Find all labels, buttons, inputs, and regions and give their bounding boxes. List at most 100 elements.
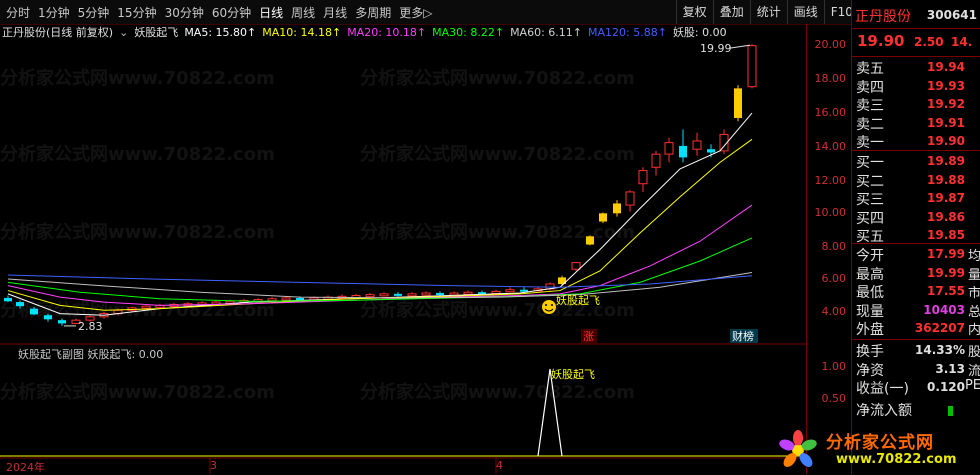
quote-label: 最低 [856,285,884,301]
ma30-value: MA30: 8.22↑ [432,25,505,39]
candle-body [664,142,674,155]
quote-value: 19.90 [927,134,965,148]
quote-row: 收益(一) 0.120 PE [852,378,980,397]
tab-period[interactable]: 周线 [287,4,319,21]
candle-body [734,88,742,118]
quote-value: 19.88 [927,172,965,187]
candle-body [4,297,12,302]
axis-tick-label: 10.00 [814,206,847,219]
quote-tail: 内 [967,323,980,338]
axis-tick-label: 6.00 [821,272,847,285]
toolbar-button[interactable]: 画线 [786,0,824,24]
quote-value: 19.91 [927,115,965,130]
indicator-name[interactable]: 妖股起飞 [134,24,178,40]
tab-period[interactable]: 5分钟 [74,4,114,21]
divider [852,150,980,151]
candle-body [747,45,757,88]
ma120-line [7,274,753,288]
net-inflow-label: 净流入额 [856,403,912,419]
quote-tail: 流 [967,363,980,379]
divider [852,243,980,244]
candle-body [365,294,375,298]
axis-tick-label: 20.00 [814,38,847,51]
quote-row: 卖二 19.91 [852,114,980,133]
quote-row: 外盘 362207 内 [852,319,980,338]
stock-name: 正丹股份 [855,9,911,25]
candle-body [421,292,431,296]
quote-label: 最高 [856,266,884,283]
quote-value: 3.13 [935,361,965,376]
quote-tail: 总 [967,304,980,320]
quote-value: 10403 [923,302,965,317]
sub-signal-label: 妖股起飞 [551,367,595,381]
quote-label: 卖五 [856,61,884,77]
quote-row: 买四 19.86 [852,208,980,227]
quote-value: 19.92 [927,97,965,111]
candle-body [211,301,221,305]
chevron-down-icon[interactable]: ⌄ [119,26,128,39]
toolbar-button[interactable]: 叠加 [712,0,750,24]
ma5-value: MA5: 15.80↑ [184,25,257,39]
caibang-tag: 财榜 [732,329,754,343]
price-change-pct: 14. [951,35,973,49]
net-inflow-bar [948,406,953,416]
tab-period[interactable]: 30分钟 [161,4,208,21]
candle-body [707,149,715,153]
axis-tick-label: 1.00 [821,360,847,373]
last-price: 19.90 [857,32,905,50]
candle-body [407,293,417,297]
candle-body [141,305,151,309]
quote-row: 卖五 19.94 [852,58,980,77]
yaogu-value: 妖股: 0.00 [672,26,727,39]
candle-body [449,292,459,296]
candle-body [638,170,648,185]
toolbar-button[interactable]: 复权 [675,0,713,24]
quote-label: 净资 [856,362,884,379]
candle-body [586,236,594,245]
candle-body [505,289,515,293]
tab-period[interactable]: 分时 [2,4,34,21]
candle-body [463,291,473,295]
quote-row: 卖一 19.90 [852,132,980,151]
logo-text: 分析家公式网 [826,433,934,453]
candle-body [625,191,635,206]
sub-chart-infobar: 妖股起飞副图 妖股起飞: 0.00 [18,348,164,361]
tab-period[interactable]: 1分钟 [34,4,74,21]
candle-body [679,145,687,158]
quote-label: 卖一 [856,135,884,151]
quote-panel: 正丹股份 300641 19.90 2.50 14. 卖五 19.94 卖四 19.9… [851,0,980,474]
quote-tail: 股 [967,345,980,360]
quote-label: 现量 [856,303,884,320]
quote-value: 19.99 [927,265,965,280]
tab-period[interactable]: 15分钟 [113,4,160,21]
high-price-label: 19.99 [700,42,732,55]
ma10-value: MA10: 14.18↑ [262,25,342,39]
quote-label: 外盘 [856,322,884,338]
candle-body [613,203,621,214]
axis-tick-label: 12.00 [814,174,847,187]
quote-row: 今开 17.99 均 [852,245,980,264]
tab-period[interactable]: 月线 [319,4,351,21]
divider [852,28,980,29]
tab-period[interactable]: 60分钟 [208,4,255,21]
quote-row: 现量 10403 总 [852,301,980,320]
toolbar-button[interactable]: 统计 [749,0,787,24]
quote-label: 收益(一) [856,381,909,397]
candle-body [436,293,444,296]
tab-period[interactable]: 更多▷ [395,4,436,21]
ma60-value: MA60: 6.11↑ [510,25,582,39]
quote-label: 买四 [856,210,884,227]
kline-chart[interactable]: 19.992.83妖股起飞涨 财榜妖股起飞 [0,24,851,474]
axis-tick-label: 18.00 [814,72,847,85]
zhang-tag: 涨 [583,330,594,343]
divider [852,339,980,340]
candle-body [571,262,581,270]
tab-period[interactable]: 日线 [255,4,287,21]
candle-body [692,140,702,150]
quote-value: 19.93 [927,78,965,93]
axis-tick-label: 0.50 [821,392,847,405]
tab-period[interactable]: 多周期 [351,4,395,21]
quote-label: 买三 [856,192,884,208]
net-inflow-row: 净流入额 [852,400,980,419]
smiley-eye [551,304,553,306]
